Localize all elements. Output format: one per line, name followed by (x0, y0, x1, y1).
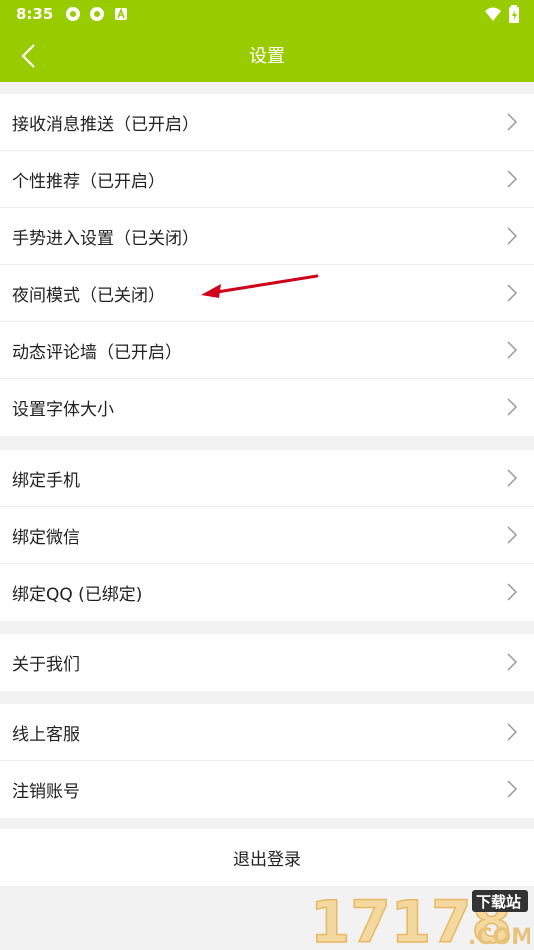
chevron-right-icon (507, 723, 518, 741)
push-notification-row[interactable]: 接收消息推送（已开启） (0, 94, 534, 151)
chevron-right-icon (507, 780, 518, 798)
watermark-logo: 17178 下载站 .COM (309, 887, 530, 948)
personalized-recommendation-row[interactable]: 个性推荐（已开启） (0, 151, 534, 208)
status-time: 8:35 (16, 5, 54, 23)
row-label: 线上客服 (12, 724, 80, 745)
annotation-arrow (201, 274, 319, 298)
row-label: 夜间模式（已关闭） (12, 285, 165, 306)
font-notification-icon (115, 7, 128, 20)
row-label: 手势进入设置（已关闭） (12, 228, 199, 249)
row-label: 绑定QQ (已绑定) (12, 585, 143, 605)
bind-phone-row[interactable]: 绑定手机 (0, 450, 534, 507)
chevron-right-icon (507, 227, 518, 245)
chevron-right-icon (507, 653, 518, 671)
status-bar: 8:35 (0, 0, 534, 28)
font-size-row[interactable]: 设置字体大小 (0, 379, 534, 436)
row-label: 注销账号 (12, 782, 80, 802)
delete-account-row[interactable]: 注销账号 (0, 761, 534, 818)
chevron-right-icon (507, 113, 518, 131)
status-right (484, 5, 520, 23)
app-notification-icon (90, 7, 105, 21)
chevron-right-icon (507, 583, 518, 601)
about-us-row[interactable]: 关于我们 (0, 634, 534, 691)
chevron-right-icon (507, 398, 518, 416)
app-bar: 8:35 设置 (0, 0, 534, 82)
row-label: 关于我们 (12, 655, 80, 675)
row-label: 绑定微信 (12, 527, 80, 548)
logout-label: 退出登录 (233, 850, 301, 870)
app-notification-icon (66, 7, 81, 21)
row-label: 接收消息推送（已开启） (12, 114, 199, 135)
bind-wechat-row[interactable]: 绑定微信 (0, 507, 534, 564)
wifi-icon (485, 7, 501, 21)
settings-group-about: 关于我们 (0, 634, 534, 691)
settings-group-preferences: 接收消息推送（已开启） 个性推荐（已开启） 手势进入设置（已关闭） 夜间模式（已… (0, 94, 534, 436)
watermark-suffix: .COM (468, 925, 530, 948)
row-label: 个性推荐（已开启） (12, 171, 165, 192)
chevron-right-icon (507, 284, 518, 302)
chevron-right-icon (507, 341, 518, 359)
settings-group-account: 线上客服 注销账号 (0, 704, 534, 818)
row-label: 设置字体大小 (12, 400, 114, 420)
bind-qq-row[interactable]: 绑定QQ (已绑定) (0, 564, 534, 621)
chevron-right-icon (507, 526, 518, 544)
comment-wall-row[interactable]: 动态评论墙（已开启） (0, 322, 534, 379)
row-label: 绑定手机 (12, 470, 80, 491)
customer-service-row[interactable]: 线上客服 (0, 704, 534, 761)
gesture-settings-row[interactable]: 手势进入设置（已关闭） (0, 208, 534, 265)
chevron-right-icon (507, 170, 518, 188)
chevron-right-icon (507, 469, 518, 487)
settings-group-bindings: 绑定手机 绑定微信 绑定QQ (已绑定) (0, 450, 534, 621)
battery-icon (509, 5, 519, 23)
row-label: 动态评论墙（已开启） (12, 342, 182, 363)
watermark-badge: 下载站 (476, 893, 521, 911)
logout-button[interactable]: 退出登录 (0, 829, 534, 887)
page-title: 设置 (249, 46, 285, 67)
